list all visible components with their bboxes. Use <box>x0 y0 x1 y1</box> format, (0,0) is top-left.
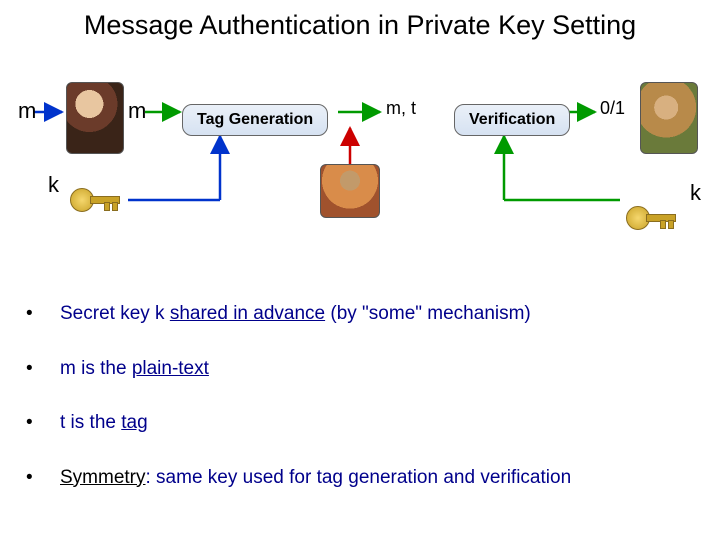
bullet-item: • m is the plain-text <box>26 355 571 384</box>
receiver-icon <box>640 82 698 154</box>
bullet-item: • t is the tag <box>26 409 571 438</box>
key-icon-right <box>626 206 676 228</box>
bullet-item: • Secret key k shared in advance (by "so… <box>26 300 571 329</box>
sender-icon <box>66 82 124 154</box>
key-icon-left <box>70 188 120 210</box>
label-m-between: m <box>128 98 146 124</box>
label-output: 0/1 <box>600 98 625 119</box>
slide-title: Message Authentication in Private Key Se… <box>0 0 720 41</box>
diagram-area: m m Tag Generation m, t Verification 0/1… <box>0 80 720 260</box>
label-mt: m, t <box>386 98 416 119</box>
tag-generation-box: Tag Generation <box>182 104 328 136</box>
bullet-item: • Symmetry: same key used for tag genera… <box>26 464 571 493</box>
adversary-icon <box>320 164 380 218</box>
label-k-right: k <box>690 180 701 206</box>
bullet-list: • Secret key k shared in advance (by "so… <box>26 300 571 518</box>
label-m-left: m <box>18 98 36 124</box>
label-k-left: k <box>48 172 59 198</box>
verification-box: Verification <box>454 104 570 136</box>
